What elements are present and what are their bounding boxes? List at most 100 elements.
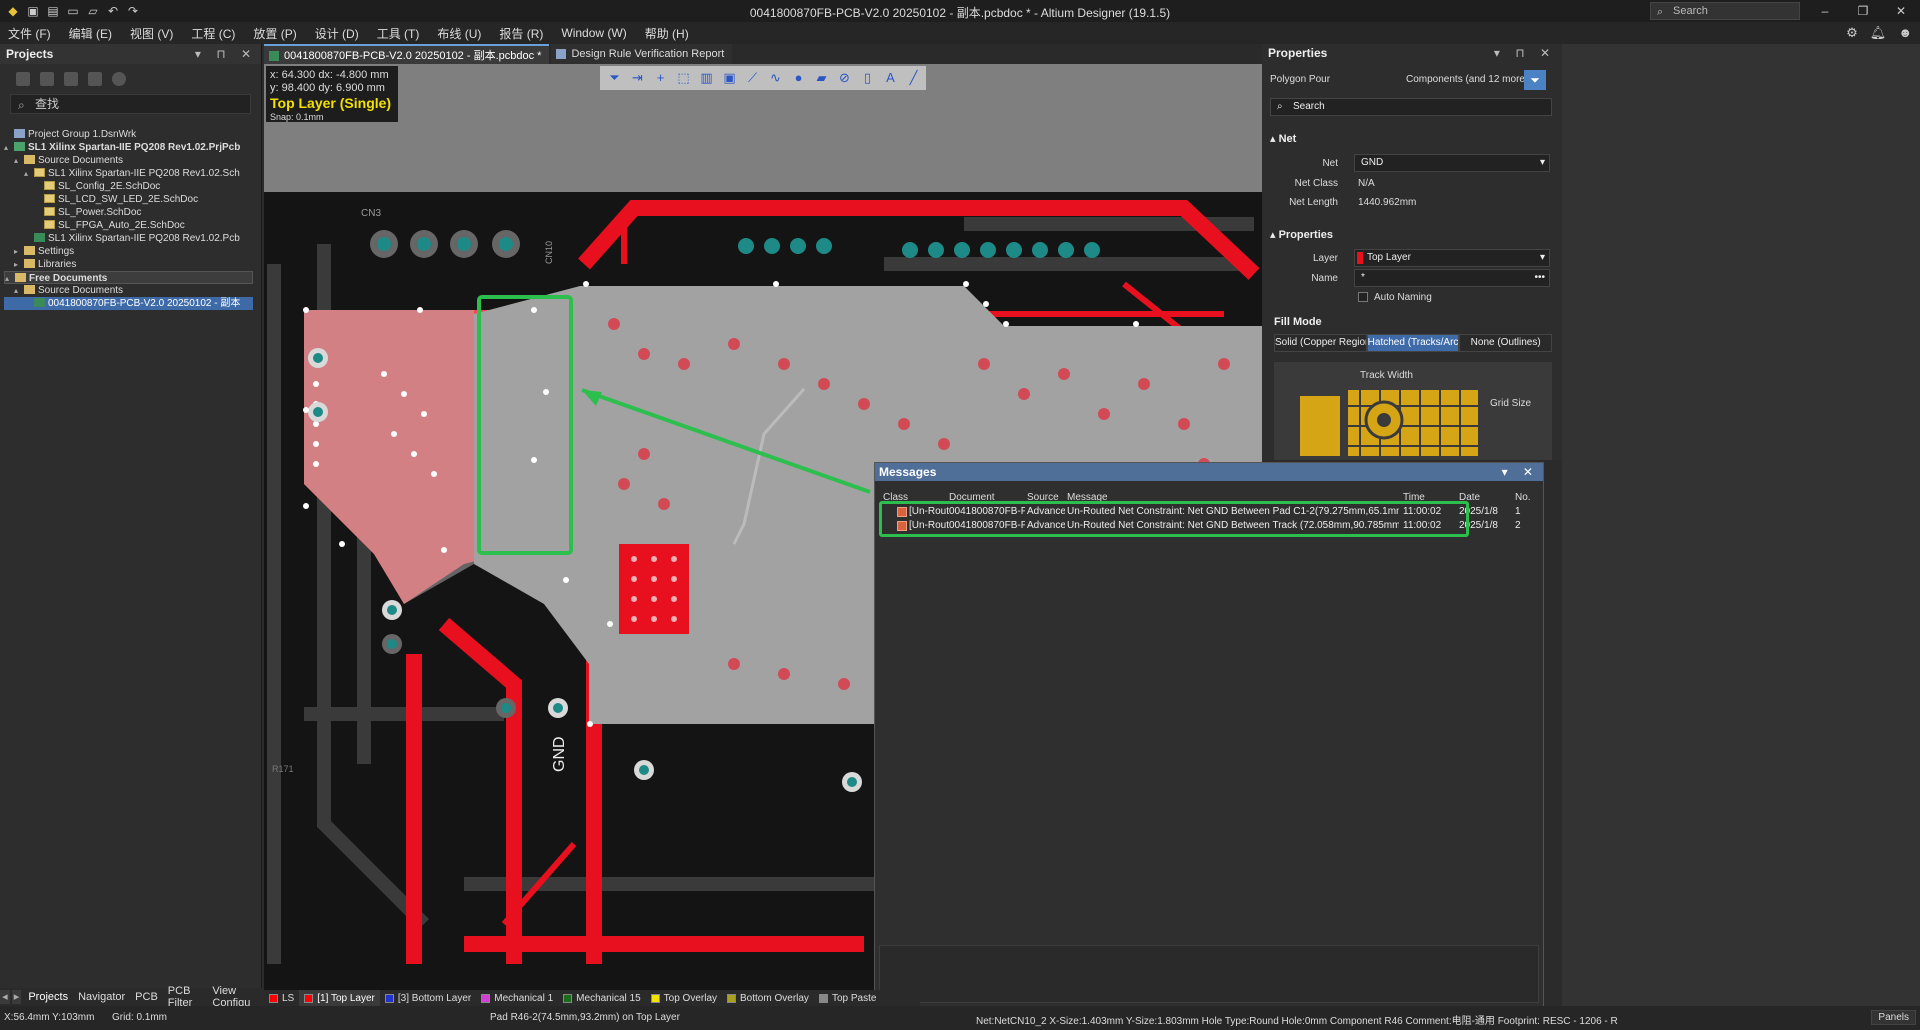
- tree-item[interactable]: SL_Config_2E.SchDoc: [4, 180, 253, 193]
- vcs-icon[interactable]: [88, 72, 102, 86]
- save-project-icon[interactable]: [16, 72, 30, 86]
- panels-button[interactable]: Panels: [1871, 1010, 1916, 1025]
- fill-mode-option[interactable]: Solid (Copper Region: [1274, 334, 1367, 352]
- dimension-icon[interactable]: ▯: [857, 69, 878, 87]
- menu-item-6[interactable]: 工具 (T): [377, 25, 420, 42]
- properties-search-input[interactable]: ⌕ Search: [1270, 98, 1552, 116]
- document-tab[interactable]: 0041800870FB-PCB-V2.0 20250102 - 副本.pcbd…: [264, 44, 550, 64]
- pcb-icon: [34, 233, 45, 242]
- interactive-route-icon[interactable]: ⟋: [742, 69, 763, 87]
- panel-tab[interactable]: PCB: [130, 991, 163, 1003]
- panel-controls[interactable]: ▾ ⊓ ✕: [1494, 44, 1556, 62]
- folder-icon: [24, 285, 35, 294]
- expand-toggle-icon[interactable]: ▴: [24, 167, 34, 180]
- compile-icon[interactable]: [40, 72, 54, 86]
- user-icon[interactable]: ☻: [1898, 25, 1912, 41]
- auto-naming-checkbox[interactable]: [1358, 292, 1368, 302]
- properties-section-header[interactable]: ▴ Properties: [1270, 228, 1333, 241]
- net-select[interactable]: GND ▾: [1354, 154, 1550, 172]
- route-icon[interactable]: ⇥: [627, 69, 648, 87]
- filter-icon[interactable]: ⏷: [1524, 70, 1546, 90]
- keepout-icon[interactable]: ⊘: [834, 69, 855, 87]
- menu-item-2[interactable]: 视图 (V): [130, 25, 173, 42]
- bell-icon[interactable]: 🔔︎: [1870, 25, 1887, 41]
- open-folder-icon[interactable]: ▭: [66, 4, 80, 18]
- more-icon[interactable]: •••: [1534, 270, 1545, 286]
- layer-tab[interactable]: Top Overlay: [646, 990, 722, 1006]
- tree-item[interactable]: SL_Power.SchDoc: [4, 206, 253, 219]
- project-options-icon[interactable]: [64, 72, 78, 86]
- fill-mode-option[interactable]: Hatched (Tracks/Arcs): [1366, 334, 1460, 352]
- expand-toggle-icon[interactable]: ▴: [4, 141, 14, 154]
- filter-icon[interactable]: ⏷: [604, 69, 625, 87]
- menu-item-10[interactable]: 帮助 (H): [645, 25, 689, 42]
- tab-scroll-left-icon[interactable]: ◂: [0, 990, 10, 1004]
- document-tab[interactable]: Design Rule Verification Report: [551, 44, 733, 64]
- layer-tab[interactable]: [3] Bottom Layer: [380, 990, 476, 1006]
- minimize-icon[interactable]: –: [1806, 0, 1844, 22]
- panel-controls[interactable]: ▾ ⊓ ✕: [195, 44, 257, 64]
- save-icon[interactable]: ▣: [26, 4, 40, 18]
- tree-item[interactable]: ▴ Source Documents: [4, 284, 253, 297]
- layer-select[interactable]: Top Layer ▾: [1354, 249, 1550, 267]
- tree-item[interactable]: ▴ Source Documents: [4, 154, 253, 167]
- restore-icon[interactable]: ❐: [1844, 0, 1882, 22]
- polygon-icon[interactable]: ▰: [811, 69, 832, 87]
- name-input[interactable]: * •••: [1354, 269, 1550, 287]
- undo-icon[interactable]: ↶: [106, 4, 120, 18]
- save-all-icon[interactable]: ▤: [46, 4, 60, 18]
- tree-item[interactable]: ▸ Libraries: [4, 258, 253, 271]
- tree-item[interactable]: ▸ Settings: [4, 245, 253, 258]
- layer-tab[interactable]: Mechanical 1: [476, 990, 558, 1006]
- menu-item-3[interactable]: 工程 (C): [191, 25, 235, 42]
- panel-tab[interactable]: Navigator: [73, 991, 130, 1003]
- menu-item-9[interactable]: Window (W): [561, 26, 626, 40]
- tree-item[interactable]: ▴ Free Documents: [4, 271, 253, 284]
- tree-item[interactable]: SL_LCD_SW_LED_2E.SchDoc: [4, 193, 253, 206]
- layer-tab[interactable]: LS: [264, 990, 299, 1006]
- messages-title: Messages: [879, 465, 937, 479]
- layer-tab[interactable]: Mechanical 15: [558, 990, 645, 1006]
- menu-item-1[interactable]: 编辑 (E): [69, 25, 112, 42]
- close-icon[interactable]: ✕: [1882, 0, 1920, 22]
- menu-item-8[interactable]: 报告 (R): [499, 25, 543, 42]
- layer-tab[interactable]: [1] Top Layer: [299, 990, 380, 1006]
- via-icon[interactable]: ●: [788, 69, 809, 87]
- net-section-header[interactable]: ▴ Net: [1270, 132, 1296, 145]
- column-header[interactable]: No.: [1515, 492, 1531, 503]
- tree-item[interactable]: ▴ SL1 Xilinx Spartan-IIE PQ208 Rev1.02.Pr…: [4, 141, 253, 154]
- open-icon[interactable]: ▱: [86, 4, 100, 18]
- expand-toggle-icon[interactable]: ▸: [14, 258, 24, 271]
- panel-tab[interactable]: Projects: [23, 991, 73, 1003]
- line-icon[interactable]: ╱: [903, 69, 924, 87]
- menu-item-4[interactable]: 放置 (P): [253, 25, 296, 42]
- global-search-input[interactable]: ⌕ Search: [1650, 2, 1800, 20]
- object-filter-label[interactable]: Components (and 12 more): [1406, 74, 1528, 85]
- layer-tab[interactable]: Bottom Overlay: [722, 990, 814, 1006]
- tab-scroll-right-icon[interactable]: ▸: [11, 990, 22, 1004]
- layer-tab[interactable]: Top Paste: [814, 990, 881, 1006]
- tree-item[interactable]: SL1 Xilinx Spartan-IIE PQ208 Rev1.02.Pcb: [4, 232, 253, 245]
- tree-item[interactable]: ▴ SL1 Xilinx Spartan-IIE PQ208 Rev1.02.Sc…: [4, 167, 253, 180]
- diff-pair-icon[interactable]: ∿: [765, 69, 786, 87]
- gear-icon[interactable]: ⚙: [1846, 25, 1858, 41]
- projects-search-input[interactable]: ⌕ 查找: [10, 94, 251, 114]
- align-icon[interactable]: ▥: [696, 69, 717, 87]
- panel-controls[interactable]: ▾ ✕: [1502, 463, 1539, 481]
- add-icon[interactable]: +: [650, 69, 671, 87]
- menu-item-7[interactable]: 布线 (U): [437, 25, 481, 42]
- select-rect-icon[interactable]: ⬚: [673, 69, 694, 87]
- tree-item[interactable]: Project Group 1.DsnWrk: [4, 128, 253, 141]
- menu-item-5[interactable]: 设计 (D): [315, 25, 359, 42]
- text-icon[interactable]: A: [880, 69, 901, 87]
- fill-mode-option[interactable]: None (Outlines): [1459, 334, 1553, 352]
- tree-item[interactable]: 0041800870FB-PCB-V2.0 20250102 - 副本: [4, 297, 253, 310]
- expand-toggle-icon[interactable]: ▸: [14, 245, 24, 258]
- expand-toggle-icon[interactable]: ▴: [14, 154, 24, 167]
- tree-item[interactable]: SL_FPGA_Auto_2E.SchDoc: [4, 219, 253, 232]
- menu-item-0[interactable]: 文件 (F): [8, 25, 51, 42]
- component-icon[interactable]: ▣: [719, 69, 740, 87]
- redo-icon[interactable]: ↷: [126, 4, 140, 18]
- expand-toggle-icon[interactable]: ▴: [14, 284, 24, 297]
- settings-icon[interactable]: [112, 72, 126, 86]
